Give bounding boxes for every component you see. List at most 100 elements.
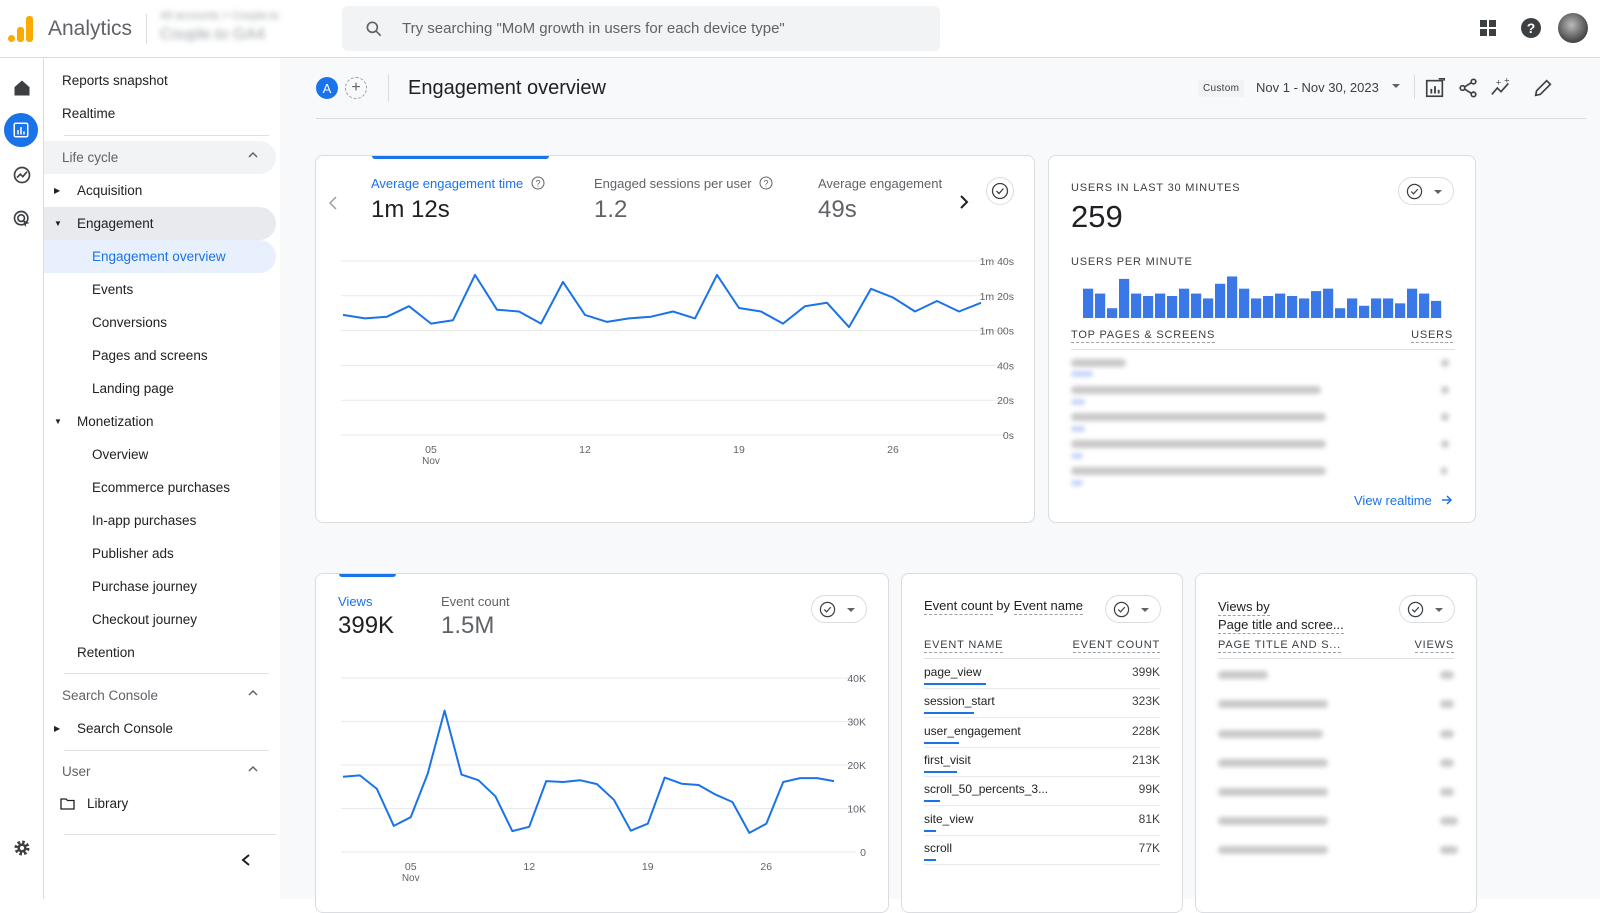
date-range-picker[interactable]: Nov 1 - Nov 30, 2023 bbox=[1256, 80, 1379, 95]
minute-bar[interactable] bbox=[1143, 296, 1154, 318]
dimension-selector[interactable]: Page title and scree... bbox=[1218, 617, 1344, 634]
minute-bar[interactable] bbox=[1239, 288, 1250, 318]
nav-retention[interactable]: Retention bbox=[44, 636, 274, 669]
minute-bar[interactable] bbox=[1215, 283, 1226, 318]
nav-engagement-overview[interactable]: Engagement overview bbox=[44, 240, 274, 273]
table-row[interactable]: page_view 399K bbox=[924, 660, 1160, 689]
minute-bar[interactable] bbox=[1263, 296, 1274, 318]
minute-bar[interactable] bbox=[1323, 288, 1334, 318]
minute-bar[interactable] bbox=[1275, 293, 1286, 318]
apps-grid-icon[interactable] bbox=[1476, 16, 1500, 40]
minute-bar[interactable] bbox=[1083, 288, 1094, 318]
minute-bar[interactable] bbox=[1287, 296, 1298, 318]
event-count-header[interactable]: EVENT COUNT bbox=[1072, 639, 1160, 653]
advertising-icon[interactable] bbox=[8, 205, 36, 233]
minute-bar[interactable] bbox=[1419, 293, 1430, 318]
nav-reports-snapshot[interactable]: Reports snapshot bbox=[44, 64, 274, 97]
table-row[interactable]: scroll 77K bbox=[924, 836, 1160, 865]
nav-library[interactable]: Library bbox=[44, 787, 274, 820]
minute-bar[interactable] bbox=[1371, 298, 1382, 318]
minute-bar[interactable] bbox=[1131, 293, 1142, 318]
nav-realtime[interactable]: Realtime bbox=[44, 97, 274, 130]
nav-monetization-overview[interactable]: Overview bbox=[44, 438, 274, 471]
divider bbox=[316, 118, 1586, 119]
table-row[interactable]: user_engagement 228K bbox=[924, 719, 1160, 748]
nav-in-app-purchases[interactable]: In-app purchases bbox=[44, 504, 274, 537]
home-icon[interactable] bbox=[8, 74, 36, 102]
minute-bar[interactable] bbox=[1095, 293, 1106, 318]
insights-icon[interactable]: + + bbox=[1490, 76, 1512, 99]
minute-bar[interactable] bbox=[1431, 300, 1442, 318]
minute-bar[interactable] bbox=[1191, 293, 1202, 318]
section-life-cycle[interactable]: Life cycle bbox=[44, 141, 274, 174]
views-header[interactable]: VIEWS bbox=[1414, 639, 1454, 653]
share-icon[interactable] bbox=[1457, 77, 1479, 99]
x-tick-label: 26 bbox=[760, 861, 772, 873]
table-row[interactable]: site_view 81K bbox=[924, 807, 1160, 836]
view-realtime-link[interactable]: View realtime bbox=[1354, 493, 1453, 508]
user-avatar[interactable] bbox=[1558, 13, 1588, 43]
share-bar bbox=[924, 712, 975, 715]
share-bar bbox=[924, 858, 936, 861]
nav-ecommerce-purchases[interactable]: Ecommerce purchases bbox=[44, 471, 274, 504]
minute-bar[interactable] bbox=[1203, 298, 1214, 318]
reports-icon[interactable] bbox=[4, 113, 38, 147]
dimension-selector[interactable]: Event name bbox=[1013, 598, 1084, 615]
nav-engagement[interactable]: ▼ Engagement bbox=[44, 207, 274, 240]
table-row[interactable]: first_visit 213K bbox=[924, 748, 1160, 777]
event-name-header[interactable]: EVENT NAME bbox=[924, 639, 1004, 653]
compare-dropdown-button[interactable] bbox=[1399, 595, 1455, 623]
help-icon[interactable]: ? bbox=[1519, 16, 1543, 40]
minute-bar[interactable] bbox=[1359, 305, 1370, 318]
minute-bar[interactable] bbox=[1299, 298, 1310, 318]
minute-bar[interactable] bbox=[1179, 288, 1190, 318]
nav-acquisition[interactable]: ▶ Acquisition bbox=[44, 174, 274, 207]
minute-bar[interactable] bbox=[1251, 298, 1262, 318]
metric-selector[interactable]: Event count bbox=[924, 598, 993, 615]
nav-pages-and-screens[interactable]: Pages and screens bbox=[44, 339, 274, 372]
nav-search-console[interactable]: ▶ Search Console bbox=[44, 712, 274, 745]
nav-monetization[interactable]: ▼ Monetization bbox=[44, 405, 274, 438]
nav-landing-page[interactable]: Landing page bbox=[44, 372, 274, 405]
share-bar bbox=[924, 829, 937, 832]
gear-icon[interactable] bbox=[8, 834, 36, 862]
minute-bar[interactable] bbox=[1395, 303, 1406, 318]
minute-bar[interactable] bbox=[1335, 308, 1346, 318]
metric-selector[interactable]: Views by bbox=[1218, 599, 1270, 616]
minute-bar[interactable] bbox=[1311, 291, 1322, 318]
section-search-console[interactable]: Search Console bbox=[44, 679, 274, 712]
table-row[interactable]: session_start 323K bbox=[924, 689, 1160, 719]
collapse-nav-icon[interactable] bbox=[240, 853, 252, 867]
search-input[interactable]: Try searching "MoM growth in users for e… bbox=[342, 6, 940, 51]
analytics-logo[interactable] bbox=[8, 16, 34, 42]
users-header[interactable]: USERS bbox=[1411, 329, 1453, 343]
minute-bar[interactable] bbox=[1119, 278, 1130, 318]
comparison-chip[interactable]: A bbox=[316, 77, 338, 99]
minute-bar[interactable] bbox=[1227, 276, 1238, 318]
add-comparison-button[interactable]: + bbox=[345, 77, 367, 99]
chevron-down-icon[interactable] bbox=[1392, 84, 1400, 88]
minute-bar[interactable] bbox=[1167, 296, 1178, 318]
edit-pencil-icon[interactable] bbox=[1532, 77, 1554, 99]
minute-bar[interactable] bbox=[1383, 298, 1394, 318]
top-pages-header[interactable]: TOP PAGES & SCREENS bbox=[1071, 329, 1216, 343]
nav-events[interactable]: Events bbox=[44, 273, 274, 306]
minute-bar[interactable] bbox=[1347, 298, 1358, 318]
account-selector[interactable]: All accounts > Couple.to Couple.to GA4 bbox=[160, 8, 320, 48]
section-user[interactable]: User bbox=[44, 755, 274, 788]
collapse-arrow-icon: ▼ bbox=[54, 417, 62, 426]
nav-purchase-journey[interactable]: Purchase journey bbox=[44, 570, 274, 603]
compare-dropdown-button[interactable] bbox=[1105, 595, 1161, 623]
nav-publisher-ads[interactable]: Publisher ads bbox=[44, 537, 274, 570]
page-title-header[interactable]: PAGE TITLE AND S... bbox=[1218, 639, 1341, 653]
compare-dropdown-button[interactable] bbox=[1398, 177, 1454, 205]
minute-bar[interactable] bbox=[1407, 288, 1418, 318]
event-name: scroll_50_percents_3... bbox=[924, 782, 1049, 797]
customize-report-icon[interactable] bbox=[1424, 77, 1446, 99]
table-row[interactable]: scroll_50_percents_3... 99K bbox=[924, 777, 1160, 807]
nav-conversions[interactable]: Conversions bbox=[44, 306, 274, 339]
minute-bar[interactable] bbox=[1107, 308, 1118, 318]
minute-bar[interactable] bbox=[1155, 293, 1166, 318]
explore-icon[interactable] bbox=[8, 161, 36, 189]
nav-checkout-journey[interactable]: Checkout journey bbox=[44, 603, 274, 636]
